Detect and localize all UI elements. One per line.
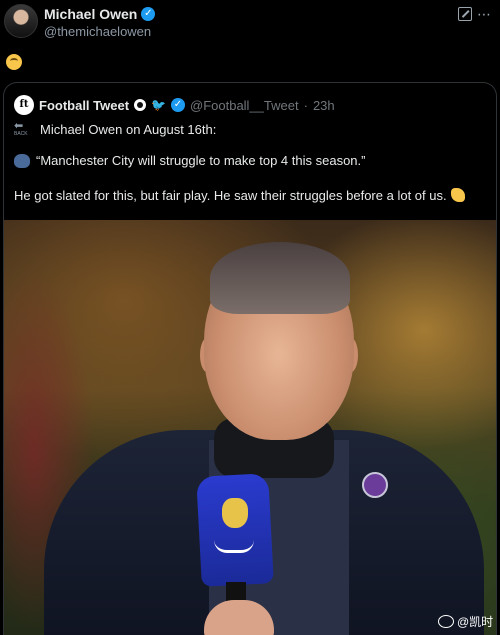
author-handle[interactable]: @themichaelowen — [44, 24, 151, 39]
upside-down-face-emoji — [6, 54, 22, 70]
tweet-header: Michael Owen ✓ @themichaelowen ⋯ — [0, 0, 500, 46]
tweet-photo[interactable] — [4, 220, 496, 635]
avatar[interactable] — [4, 4, 38, 38]
quoted-tweet[interactable]: ft Football Tweet 🐦 ✓ @Football__Tweet ·… — [3, 82, 497, 635]
quoted-text-line2: “Manchester City will struggle to make t… — [36, 153, 366, 168]
edit-icon[interactable] — [458, 7, 472, 21]
author-name[interactable]: Michael Owen — [44, 6, 137, 22]
quoted-text-line3: He got slated for this, but fair play. H… — [14, 188, 447, 203]
quoted-line-2: “Manchester City will struggle to make t… — [14, 153, 365, 168]
back-label: BACK — [14, 131, 28, 137]
quoted-line-3: He got slated for this, but fair play. H… — [14, 187, 490, 205]
quoted-avatar[interactable]: ft — [14, 95, 34, 115]
quoted-author-name[interactable]: Football Tweet — [39, 98, 129, 113]
author-row: Michael Owen ✓ — [44, 6, 156, 22]
quoted-text-line1: Michael Owen on August 16th: — [40, 121, 217, 137]
speaking-head-icon — [14, 153, 30, 168]
football-icon — [134, 99, 147, 111]
quoted-line-1: ⬅ BACK Michael Owen on August 16th: — [14, 121, 217, 138]
hair-shape — [210, 242, 350, 314]
back-arrow-icon: ⬅ BACK — [14, 121, 34, 138]
lapel-pin-icon — [362, 472, 388, 498]
microphone — [196, 473, 274, 587]
quoted-header: ft Football Tweet 🐦 ✓ @Football__Tweet ·… — [14, 95, 335, 115]
dot-separator: · — [303, 97, 308, 113]
quoted-time[interactable]: 23h — [313, 98, 335, 113]
weibo-icon — [438, 615, 454, 628]
watermark-text: @凯时 — [457, 615, 494, 629]
clapping-hands-icon — [450, 188, 465, 202]
bird-icon: 🐦 — [151, 98, 166, 112]
photo-subject — [4, 220, 496, 635]
more-icon[interactable]: ⋯ — [477, 6, 492, 23]
premier-league-lion-icon — [222, 498, 248, 528]
quoted-author-handle[interactable]: @Football__Tweet — [190, 98, 299, 113]
watermark: @凯时 — [438, 613, 493, 630]
verified-icon: ✓ — [141, 7, 156, 21]
verified-icon: ✓ — [171, 98, 185, 112]
